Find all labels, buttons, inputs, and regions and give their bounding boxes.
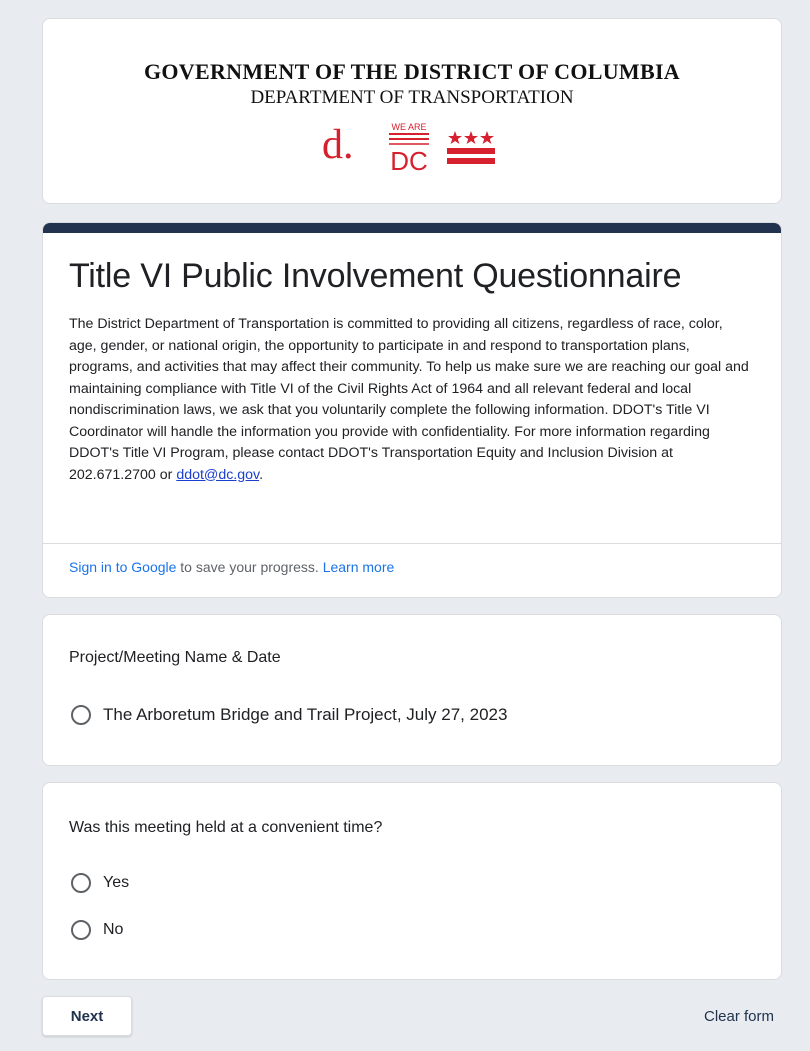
header-card: GOVERNMENT OF THE DISTRICT OF COLUMBIA D…: [42, 18, 782, 204]
form-title-card: Title VI Public Involvement Questionnair…: [42, 222, 782, 598]
svg-text:DC: DC: [390, 146, 428, 171]
logo-d-letter: d.: [322, 122, 354, 168]
question-card-project: Project/Meeting Name & Date The Arboretu…: [42, 614, 782, 766]
we-are-dc-logo-icon: WE ARE DC: [389, 122, 429, 171]
clear-form-button[interactable]: Clear form: [704, 1008, 774, 1025]
form-description: The District Department of Transportatio…: [69, 314, 751, 486]
title-accent-bar: [43, 223, 781, 233]
dc-flag-icon: [447, 131, 495, 164]
radio-option-label: Yes: [103, 874, 130, 891]
form-title: Title VI Public Involvement Questionnair…: [69, 257, 682, 295]
svg-text:WE ARE: WE ARE: [391, 122, 426, 132]
question-label: Project/Meeting Name & Date: [69, 649, 281, 666]
next-button[interactable]: Next: [42, 996, 132, 1036]
radio-option-yes[interactable]: Yes: [71, 873, 129, 893]
description-end: .: [259, 466, 264, 483]
radio-option-no[interactable]: No: [71, 920, 123, 940]
email-link[interactable]: ddot@dc.gov: [176, 467, 259, 483]
government-title: GOVERNMENT OF THE DISTRICT OF COLUMBIA: [143, 59, 681, 84]
radio-button[interactable]: [71, 705, 91, 725]
radio-option-label: No: [103, 921, 124, 938]
question-card-convenient-time: Was this meeting held at a convenient ti…: [42, 782, 782, 980]
form-description-text: The District Department of Transportatio…: [69, 316, 749, 483]
radio-button[interactable]: [71, 920, 91, 940]
sign-in-link[interactable]: Sign in to Google: [69, 559, 176, 575]
radio-option-label: The Arboretum Bridge and Trail Project, …: [103, 705, 508, 724]
learn-more-link[interactable]: Learn more: [323, 559, 395, 575]
signin-text: to save your progress.: [176, 559, 323, 575]
divider: [43, 543, 781, 544]
radio-option-project[interactable]: The Arboretum Bridge and Trail Project, …: [71, 705, 507, 725]
ddot-logo: d. WE ARE DC: [43, 119, 781, 171]
question-label: Was this meeting held at a convenient ti…: [69, 819, 383, 836]
department-title: DEPARTMENT OF TRANSPORTATION: [250, 87, 574, 108]
radio-button[interactable]: [71, 873, 91, 893]
signin-row: Sign in to Google to save your progress.…: [69, 559, 394, 575]
